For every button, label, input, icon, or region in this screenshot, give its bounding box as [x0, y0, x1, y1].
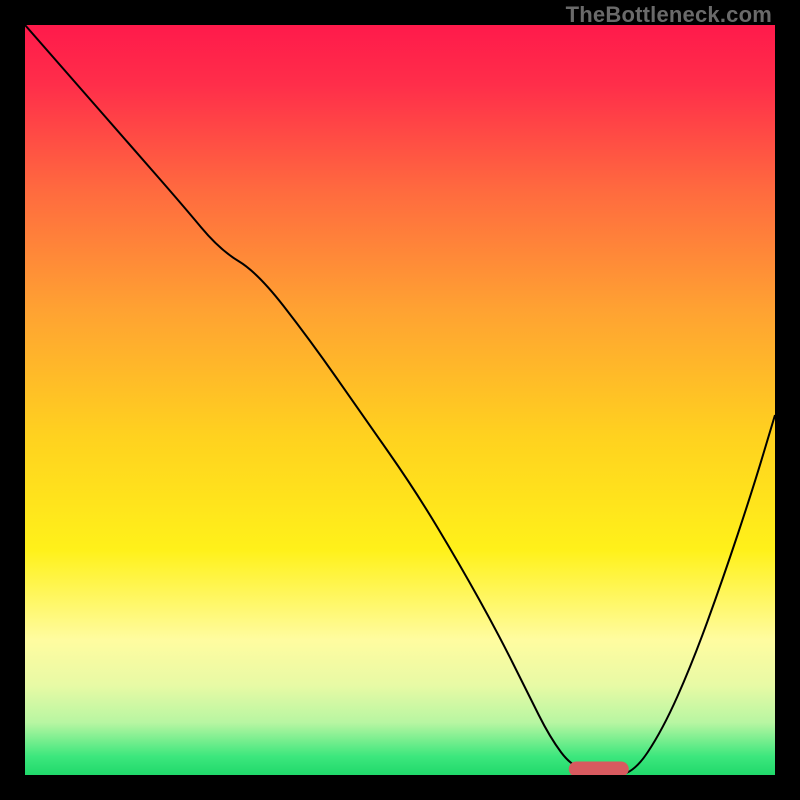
optimal-range-marker	[569, 762, 629, 776]
bottleneck-chart	[25, 25, 775, 775]
gradient-rect	[25, 25, 775, 775]
chart-frame	[25, 25, 775, 775]
